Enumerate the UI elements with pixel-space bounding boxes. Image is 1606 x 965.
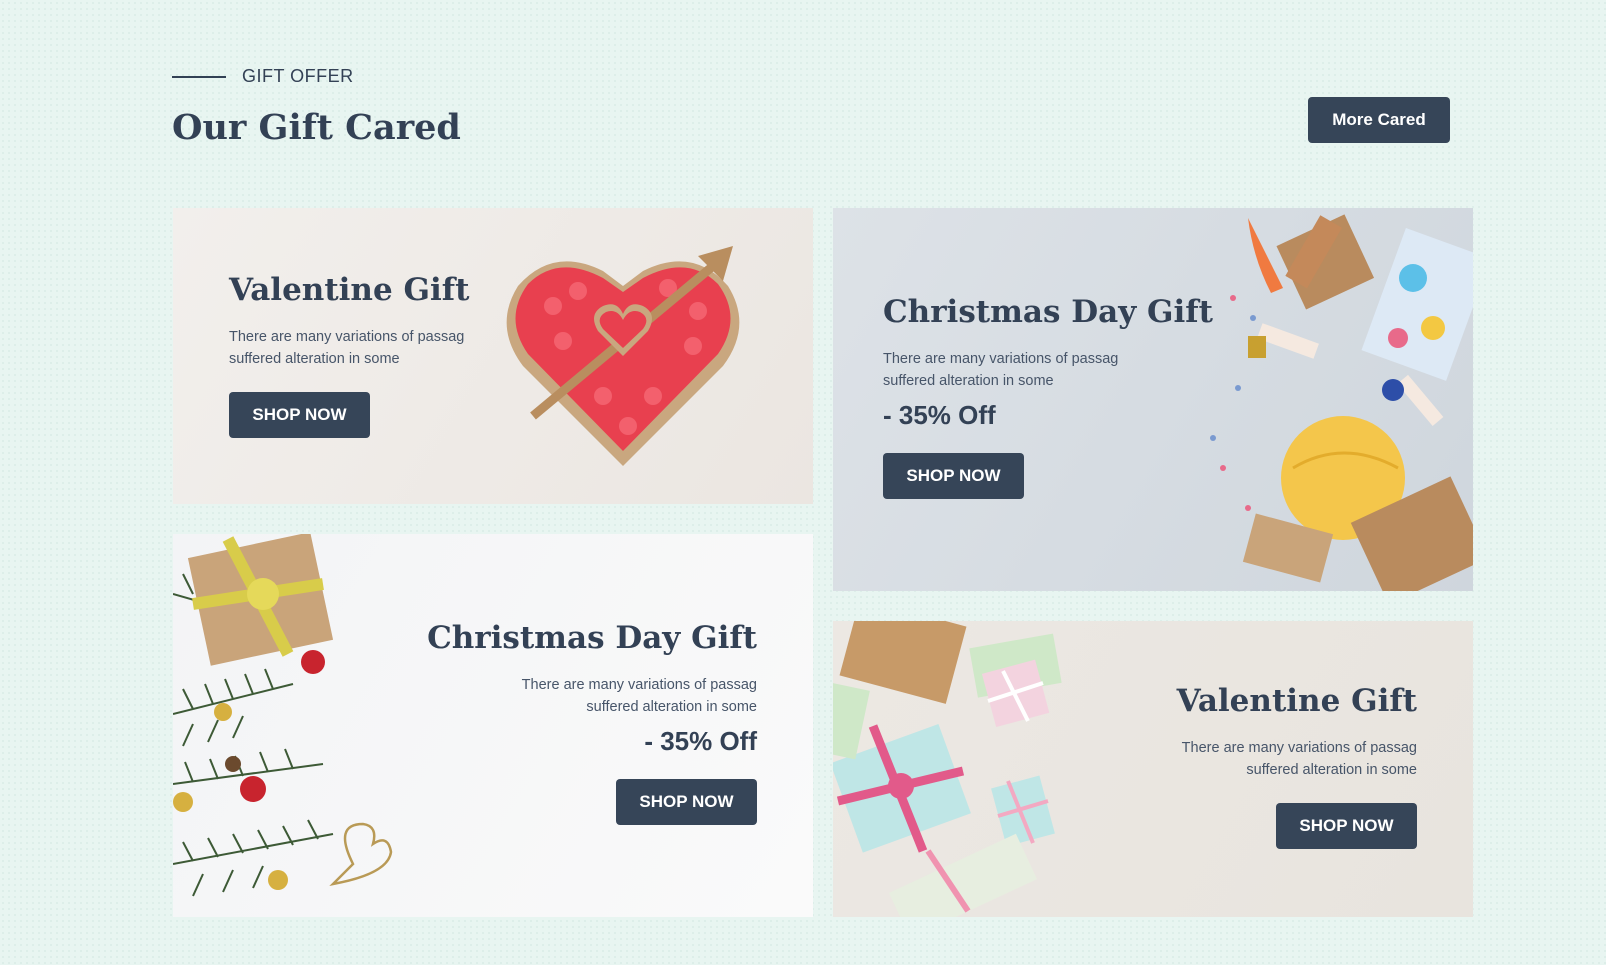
eyebrow: GIFT OFFER xyxy=(172,66,1452,87)
card-text: Christmas Day Gift There are many variat… xyxy=(427,620,757,825)
gift-card-christmas-2: Christmas Day Gift There are many variat… xyxy=(173,534,813,917)
discount-label: - 35% Off xyxy=(883,400,996,430)
shop-now-button[interactable]: SHOP NOW xyxy=(883,453,1024,499)
card-description: There are many variations of passag suffe… xyxy=(1181,740,1417,778)
card-title: Christmas Day Gift xyxy=(427,620,757,656)
christmas-branches-image xyxy=(173,534,393,897)
section-title: Our Gift Cared xyxy=(172,107,461,148)
card-text: Valentine Gift There are many variations… xyxy=(1157,683,1417,849)
card-text: Valentine Gift There are many variations… xyxy=(229,272,489,438)
card-text: Christmas Day Gift There are many variat… xyxy=(883,294,1213,499)
gift-card-valentine: Valentine Gift There are many variations… xyxy=(173,208,813,504)
eyebrow-text: GIFT OFFER xyxy=(242,66,354,86)
discount-label: - 35% Off xyxy=(644,726,757,756)
gift-card-christmas: Christmas Day Gift There are many variat… xyxy=(833,208,1473,591)
card-title: Valentine Gift xyxy=(1176,683,1417,719)
party-gifts-image xyxy=(1210,214,1473,591)
card-description: There are many variations of passag suffe… xyxy=(883,351,1119,389)
section-header: GIFT OFFER Our Gift Cared xyxy=(172,66,1452,148)
eyebrow-line xyxy=(172,75,226,78)
wrapped-gifts-image xyxy=(833,621,1062,917)
more-cared-button[interactable]: More Cared xyxy=(1308,97,1450,143)
card-description: There are many variations of passag suffe… xyxy=(229,329,465,367)
card-description: There are many variations of passag suffe… xyxy=(521,677,757,715)
shop-now-button[interactable]: SHOP NOW xyxy=(229,392,370,438)
gift-card-valentine-2: Valentine Gift There are many variations… xyxy=(833,621,1473,917)
heart-gift-box-image xyxy=(506,246,740,466)
card-title: Christmas Day Gift xyxy=(883,294,1213,330)
shop-now-button[interactable]: SHOP NOW xyxy=(616,779,757,825)
shop-now-button[interactable]: SHOP NOW xyxy=(1276,803,1417,849)
card-title: Valentine Gift xyxy=(229,272,470,308)
